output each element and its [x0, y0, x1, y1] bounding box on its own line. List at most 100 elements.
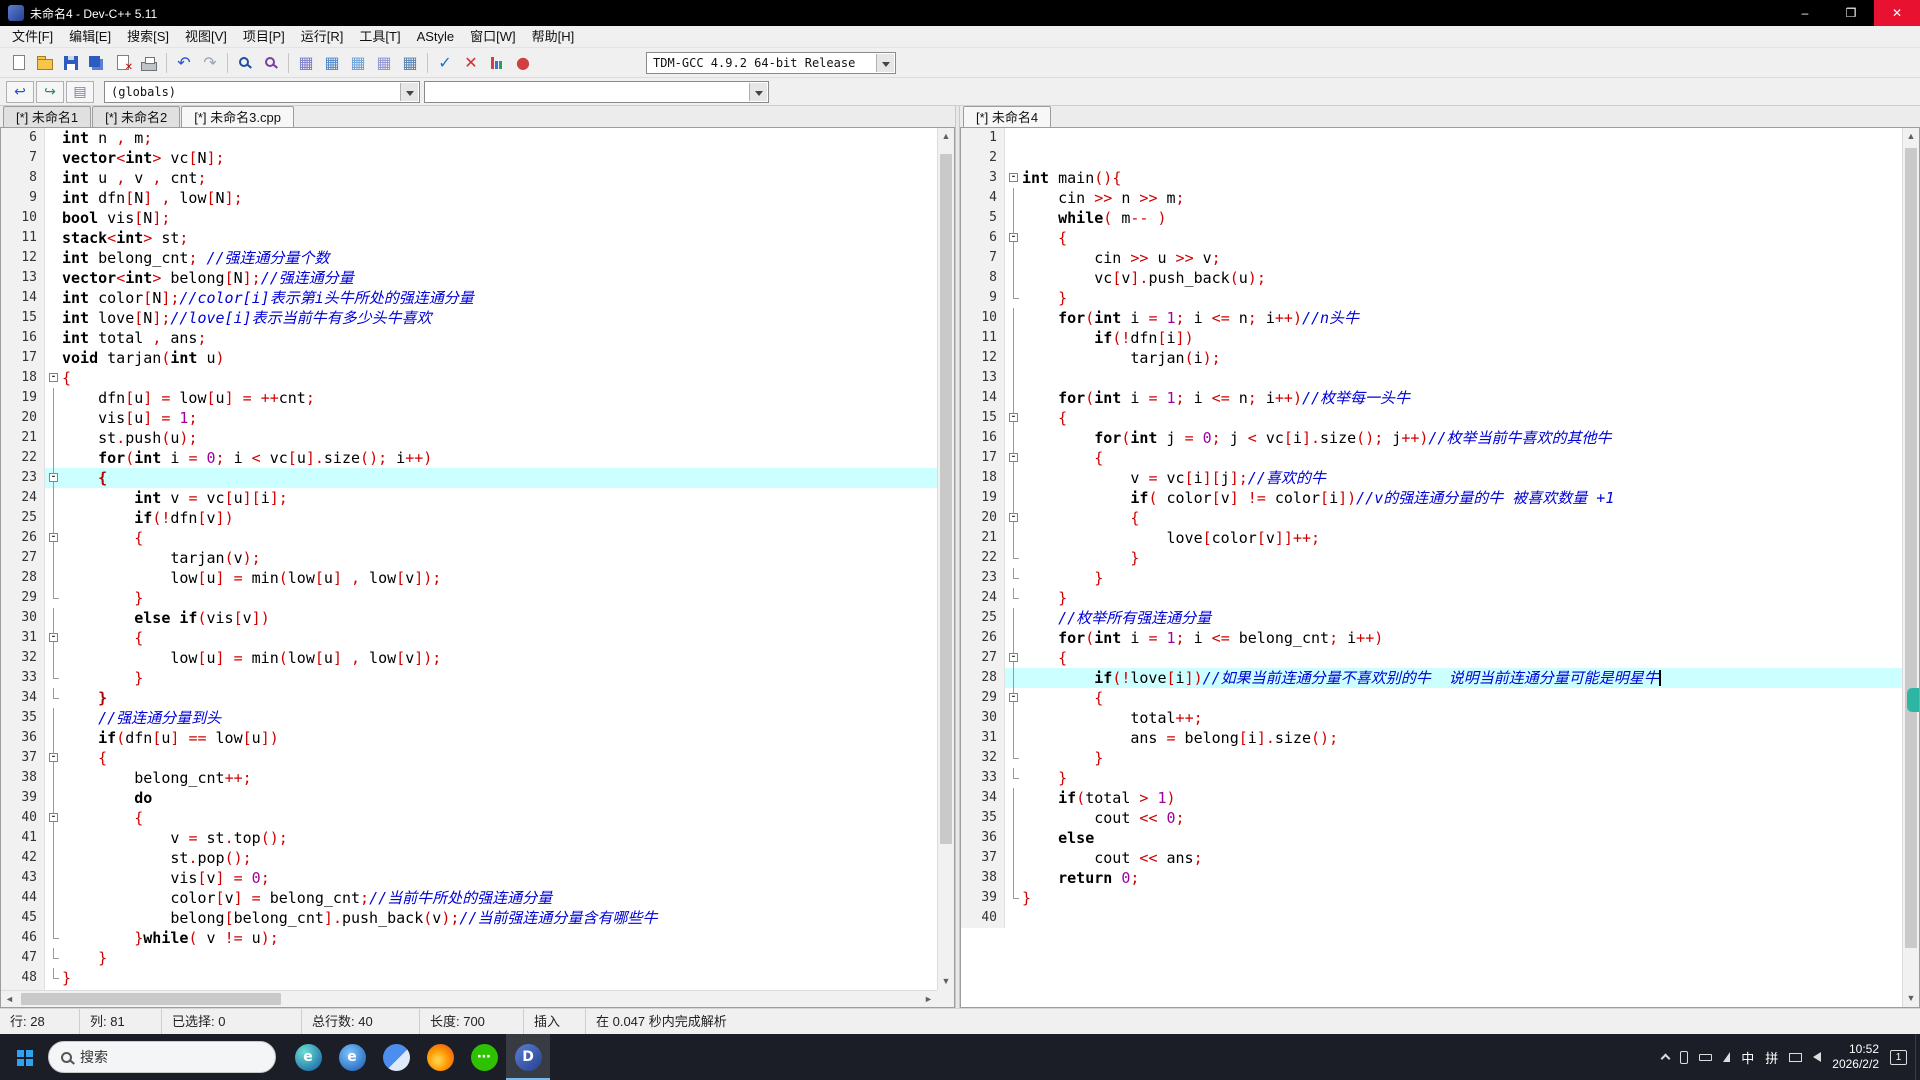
- code-text[interactable]: v = st.top();: [62, 828, 937, 848]
- code-line-28[interactable]: 28 low[u] = min(low[u] , low[v]);: [1, 568, 937, 588]
- fold-marker-icon[interactable]: -: [49, 473, 58, 482]
- code-line-37[interactable]: 37- {: [1, 748, 937, 768]
- show-desktop-button[interactable]: [1915, 1034, 1920, 1080]
- code-line-28[interactable]: 28 if(!love[i])//如果当前连通分量不喜欢别的牛 说明当前连通分量…: [961, 668, 1902, 688]
- code-text[interactable]: }: [62, 588, 937, 608]
- code-text[interactable]: }: [1022, 588, 1902, 608]
- code-line-2[interactable]: 2: [961, 148, 1902, 168]
- code-line-46[interactable]: 46 }while( v != u);: [1, 928, 937, 948]
- code-line-35[interactable]: 35 //强连通分量到头: [1, 708, 937, 728]
- run-icon[interactable]: ▦: [319, 51, 345, 75]
- code-text[interactable]: if(!dfn[v]): [62, 508, 937, 528]
- code-text[interactable]: {: [62, 528, 937, 548]
- code-text[interactable]: int main(){: [1022, 168, 1902, 188]
- edge-icon[interactable]: e: [286, 1034, 330, 1080]
- code-text[interactable]: vector<int> vc[N];: [62, 148, 937, 168]
- notification-badge[interactable]: 1: [1890, 1050, 1907, 1065]
- code-line-12[interactable]: 12 tarjan(i);: [961, 348, 1902, 368]
- fold-marker-icon[interactable]: -: [1009, 693, 1018, 702]
- code-line-19[interactable]: 19 if( color[v] != color[i])//v的强连通分量的牛 …: [961, 488, 1902, 508]
- scroll-down-arrow-icon[interactable]: ▼: [938, 973, 954, 990]
- code-line-40[interactable]: 40: [961, 908, 1902, 928]
- code-line-25[interactable]: 25 if(!dfn[v]): [1, 508, 937, 528]
- code-line-24[interactable]: 24 int v = vc[u][i];: [1, 488, 937, 508]
- scroll-left-arrow-icon[interactable]: ◄: [1, 991, 18, 1007]
- right-tab-0[interactable]: [*] 未命名4: [963, 106, 1051, 127]
- code-text[interactable]: color[v] = belong_cnt;//当前牛所处的强连通分量: [62, 888, 937, 908]
- new-file-icon[interactable]: [6, 51, 32, 75]
- code-text[interactable]: }: [1022, 568, 1902, 588]
- code-text[interactable]: belong[belong_cnt].push_back(v);//当前强连通分…: [62, 908, 937, 928]
- code-line-12[interactable]: 12int belong_cnt; //强连通分量个数: [1, 248, 937, 268]
- devcpp-icon[interactable]: D: [506, 1034, 550, 1080]
- code-line-47[interactable]: 47 }: [1, 948, 937, 968]
- code-text[interactable]: else: [1022, 828, 1902, 848]
- clock[interactable]: 10:52 2026/2/2: [1832, 1042, 1879, 1072]
- scroll-down-arrow-icon[interactable]: ▼: [1903, 990, 1919, 1007]
- code-line-10[interactable]: 10bool vis[N];: [1, 208, 937, 228]
- code-line-22[interactable]: 22 }: [961, 548, 1902, 568]
- menu-item-8[interactable]: 窗口[W]: [462, 26, 524, 48]
- code-line-6[interactable]: 6int n , m;: [1, 128, 937, 148]
- find-icon[interactable]: [232, 51, 258, 75]
- code-text[interactable]: cin >> n >> m;: [1022, 188, 1902, 208]
- scrollbar-thumb[interactable]: [1905, 148, 1917, 948]
- menu-item-4[interactable]: 项目[P]: [235, 26, 293, 48]
- code-line-21[interactable]: 21 st.push(u);: [1, 428, 937, 448]
- code-line-27[interactable]: 27- {: [961, 648, 1902, 668]
- code-text[interactable]: for(int i = 1; i <= belong_cnt; i++): [1022, 628, 1902, 648]
- code-text[interactable]: return 0;: [1022, 868, 1902, 888]
- code-text[interactable]: while( m-- ): [1022, 208, 1902, 228]
- taskbar-search[interactable]: 搜索: [48, 1041, 276, 1073]
- code-line-41[interactable]: 41 v = st.top();: [1, 828, 937, 848]
- language-indicator[interactable]: 中: [1741, 1048, 1754, 1067]
- code-line-27[interactable]: 27 tarjan(v);: [1, 548, 937, 568]
- code-line-9[interactable]: 9 }: [961, 288, 1902, 308]
- code-text[interactable]: }: [1022, 748, 1902, 768]
- menu-item-5[interactable]: 运行[R]: [293, 26, 352, 48]
- code-line-37[interactable]: 37 cout << ans;: [961, 848, 1902, 868]
- menu-item-9[interactable]: 帮助[H]: [524, 26, 583, 48]
- code-line-32[interactable]: 32 low[u] = min(low[u] , low[v]);: [1, 648, 937, 668]
- code-text[interactable]: {: [62, 468, 937, 488]
- code-text[interactable]: [1022, 908, 1902, 928]
- code-text[interactable]: {: [62, 368, 937, 388]
- fold-marker-icon[interactable]: -: [1009, 453, 1018, 462]
- code-text[interactable]: }: [62, 668, 937, 688]
- code-text[interactable]: if(!love[i])//如果当前连通分量不喜欢别的牛 说明当前连通分量可能是…: [1022, 668, 1902, 688]
- compiler-select[interactable]: TDM-GCC 4.9.2 64-bit Release: [646, 52, 896, 74]
- code-line-36[interactable]: 36 if(dfn[u] == low[u]): [1, 728, 937, 748]
- code-line-17[interactable]: 17- {: [961, 448, 1902, 468]
- network-icon[interactable]: [1723, 1052, 1730, 1062]
- replace-icon[interactable]: [258, 51, 284, 75]
- code-line-34[interactable]: 34 if(total > 1): [961, 788, 1902, 808]
- code-line-18[interactable]: 18-{: [1, 368, 937, 388]
- compile-icon[interactable]: ▦: [293, 51, 319, 75]
- code-line-15[interactable]: 15- {: [961, 408, 1902, 428]
- code-line-26[interactable]: 26 for(int i = 1; i <= belong_cnt; i++): [961, 628, 1902, 648]
- code-line-45[interactable]: 45 belong[belong_cnt].push_back(v);//当前强…: [1, 908, 937, 928]
- code-line-9[interactable]: 9int dfn[N] , low[N];: [1, 188, 937, 208]
- code-text[interactable]: {: [1022, 228, 1902, 248]
- code-text[interactable]: }: [1022, 288, 1902, 308]
- code-text[interactable]: }: [62, 688, 937, 708]
- code-line-44[interactable]: 44 color[v] = belong_cnt;//当前牛所处的强连通分量: [1, 888, 937, 908]
- code-text[interactable]: love[color[v]]++;: [1022, 528, 1902, 548]
- code-line-31[interactable]: 31 ans = belong[i].size();: [961, 728, 1902, 748]
- code-line-26[interactable]: 26- {: [1, 528, 937, 548]
- code-line-34[interactable]: 34 }: [1, 688, 937, 708]
- code-line-8[interactable]: 8int u , v , cnt;: [1, 168, 937, 188]
- code-line-16[interactable]: 16 for(int j = 0; j < vc[i].size(); j++)…: [961, 428, 1902, 448]
- undo-icon[interactable]: ↶: [171, 51, 197, 75]
- class-browser-icon[interactable]: ▤: [66, 81, 94, 103]
- code-text[interactable]: int total , ans;: [62, 328, 937, 348]
- menu-item-6[interactable]: 工具[T]: [351, 26, 408, 48]
- code-line-35[interactable]: 35 cout << 0;: [961, 808, 1902, 828]
- code-line-15[interactable]: 15int love[N];//love[i]表示当前牛有多少头牛喜欢: [1, 308, 937, 328]
- redo-icon[interactable]: ↷: [197, 51, 223, 75]
- code-text[interactable]: int love[N];//love[i]表示当前牛有多少头牛喜欢: [62, 308, 937, 328]
- code-text[interactable]: else if(vis[v]): [62, 608, 937, 628]
- code-text[interactable]: st.pop();: [62, 848, 937, 868]
- code-line-3[interactable]: 3-int main(){: [961, 168, 1902, 188]
- fold-marker-icon[interactable]: -: [1009, 233, 1018, 242]
